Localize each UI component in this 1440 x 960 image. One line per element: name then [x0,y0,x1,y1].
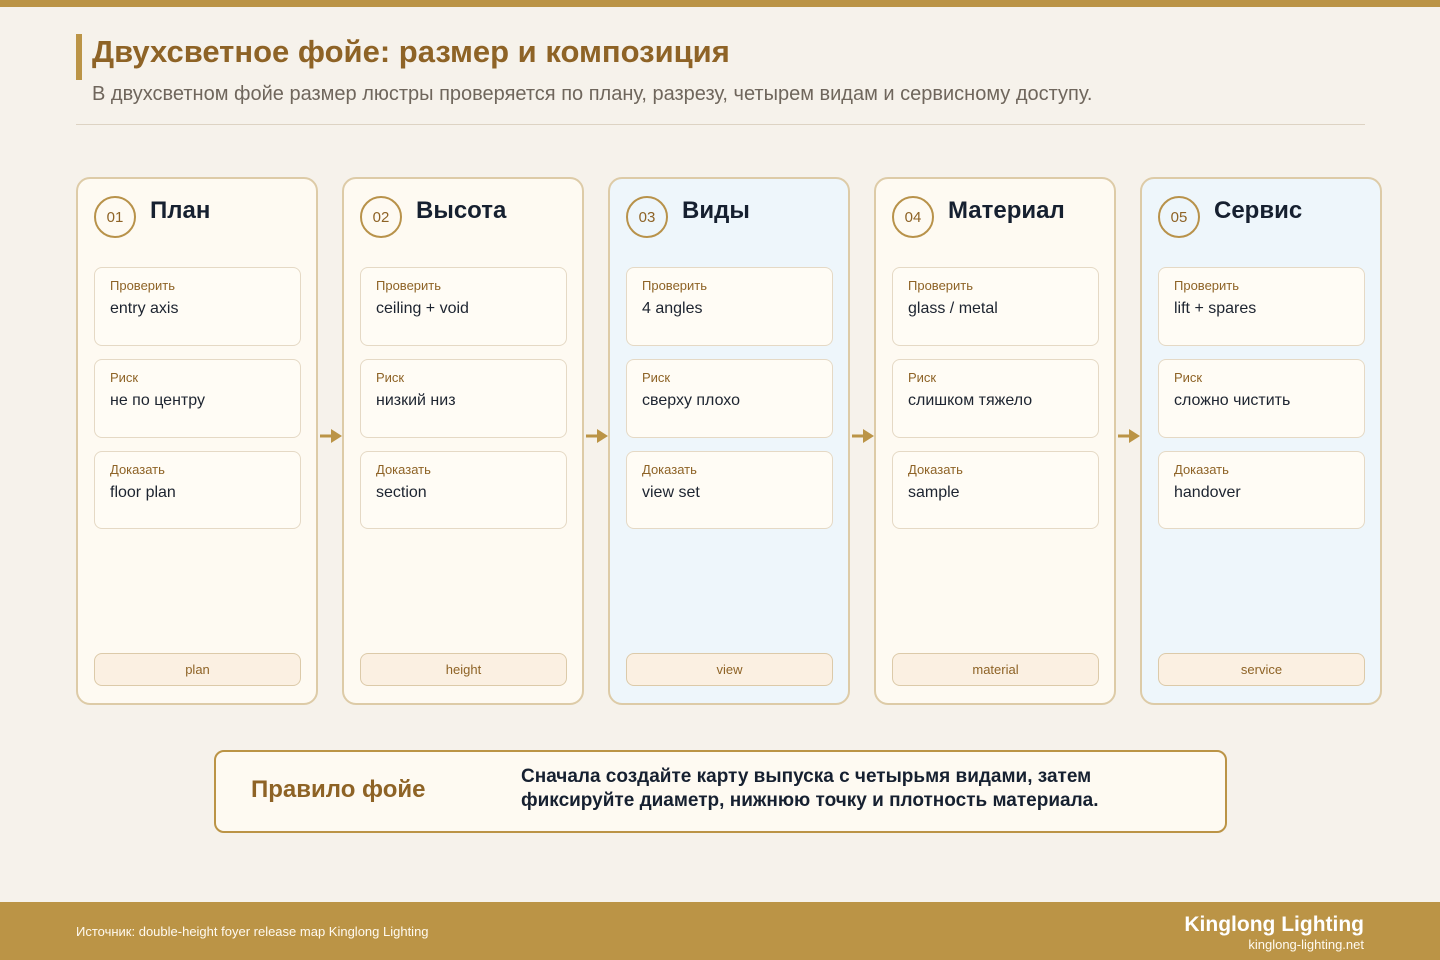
check-item: Проверить glass / metal [892,267,1099,346]
stage-title: Высота [416,197,507,224]
item-label: Проверить [110,278,176,293]
arrow-right-icon [1118,429,1140,443]
arrow-right-icon [586,429,608,443]
item-value: слишком тяжело [908,392,1033,409]
item-value: sample [908,484,960,501]
item-value: view set [642,484,700,501]
proof-item: Доказать floor plan [94,451,301,529]
item-value: низкий низ [376,392,456,409]
rule-text: Сначала создайте карту выпуска с четырьм… [521,766,1099,811]
stage-tag: material [892,653,1099,686]
item-label: Риск [376,370,405,385]
page-title: Двухсветное фойе: размер и композиция [92,34,730,69]
item-label: Доказать [376,462,431,477]
item-label: Проверить [908,278,974,293]
check-item: Проверить lift + spares [1158,267,1365,346]
check-item: Проверить entry axis [94,267,301,346]
check-item: Проверить ceiling + void [360,267,567,346]
stage-number-badge: 01 [94,196,136,238]
stage-number-badge: 05 [1158,196,1200,238]
item-label: Риск [908,370,937,385]
proof-item: Доказать view set [626,451,833,529]
item-label: Доказать [1174,462,1229,477]
item-label: Доказать [908,462,963,477]
footer-url-link[interactable]: kinglong-lighting.net [1248,937,1364,953]
risk-item: Риск низкий низ [360,359,567,438]
top-accent-bar [0,0,1440,7]
item-label: Риск [642,370,671,385]
item-value: ceiling + void [376,300,469,317]
stage-card-service: 05 Сервис Проверить lift + spares Риск с… [1140,177,1382,705]
rule-callout: Правило фойе Сначала создайте карту выпу… [214,750,1227,833]
footer: Источник: double-height foyer release ma… [0,902,1440,960]
stage-tag: view [626,653,833,686]
item-label: Доказать [110,462,165,477]
risk-item: Риск не по центру [94,359,301,438]
page-subtitle: В двухсветном фойе размер люстры проверя… [92,83,1093,105]
item-value: lift + spares [1174,300,1257,317]
stage-card-height: 02 Высота Проверить ceiling + void Риск … [342,177,584,705]
footer-brand: Kinglong Lighting [1184,913,1364,936]
item-label: Проверить [642,278,708,293]
check-item: Проверить 4 angles [626,267,833,346]
stage-title: Материал [948,197,1065,224]
risk-item: Риск сверху плохо [626,359,833,438]
stage-card-view: 03 Виды Проверить 4 angles Риск сверху п… [608,177,850,705]
item-value: entry axis [110,300,179,317]
item-value: не по центру [110,392,205,409]
item-value: handover [1174,484,1241,501]
stage-number-badge: 04 [892,196,934,238]
item-value: glass / metal [908,300,998,317]
item-value: 4 angles [642,300,703,317]
title-accent-bar [76,34,82,80]
item-value: section [376,484,427,501]
risk-item: Риск сложно чистить [1158,359,1365,438]
item-value: сложно чистить [1174,392,1291,409]
stage-number-badge: 03 [626,196,668,238]
footer-source: Источник: double-height foyer release ma… [76,924,429,939]
stage-tag: service [1158,653,1365,686]
stage-card-plan: 01 План Проверить entry axis Риск не по … [76,177,318,705]
stage-tag: height [360,653,567,686]
item-label: Проверить [1174,278,1240,293]
header-divider [76,124,1365,125]
item-value: floor plan [110,484,176,501]
arrow-right-icon [852,429,874,443]
stage-tag: plan [94,653,301,686]
proof-item: Доказать section [360,451,567,529]
item-value: сверху плохо [642,392,740,409]
proof-item: Доказать handover [1158,451,1365,529]
rule-title: Правило фойе [251,776,426,803]
risk-item: Риск слишком тяжело [892,359,1099,438]
item-label: Проверить [376,278,442,293]
stage-title: Сервис [1214,197,1303,224]
arrow-right-icon [320,429,342,443]
stage-card-material: 04 Материал Проверить glass / metal Риск… [874,177,1116,705]
item-label: Риск [1174,370,1203,385]
proof-item: Доказать sample [892,451,1099,529]
stage-number-badge: 02 [360,196,402,238]
stage-title: Виды [682,197,750,224]
item-label: Риск [110,370,139,385]
stage-title: План [150,197,211,224]
item-label: Доказать [642,462,697,477]
